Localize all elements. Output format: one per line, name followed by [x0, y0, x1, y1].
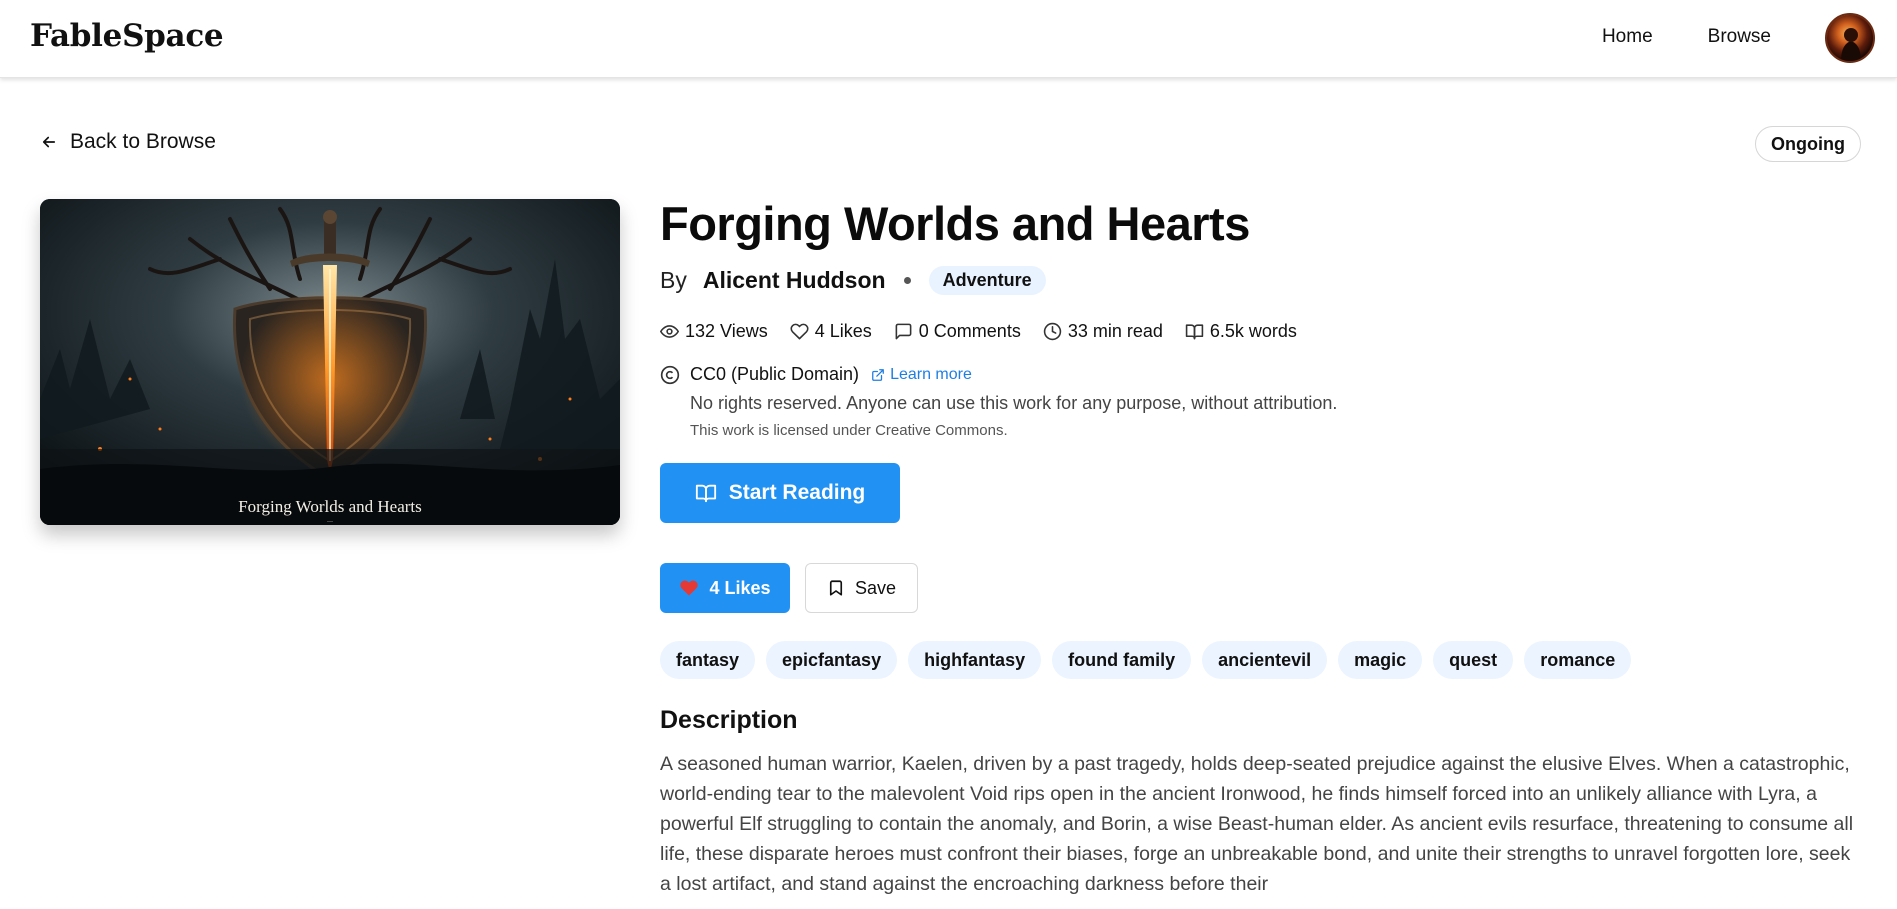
copyright-icon: [660, 365, 680, 385]
separator-dot: [903, 277, 911, 284]
likes-text: 4 Likes: [814, 321, 872, 341]
eye-icon: [660, 325, 679, 338]
story-stats: 132 Views 4 Likes 0 Comments 33 min read…: [660, 321, 1860, 342]
license-name: CC0 (Public Domain): [690, 364, 860, 384]
learn-more-link[interactable]: Learn more: [871, 366, 972, 384]
heart-outline-icon: [790, 323, 809, 340]
back-label: Back to Browse: [70, 130, 216, 153]
tag-highfantasy[interactable]: highfantasy: [908, 641, 1042, 679]
tag-ancientevil[interactable]: ancientevil: [1202, 641, 1328, 679]
license-line: CC0 (Public Domain) Learn more: [690, 364, 1860, 385]
tag-romance[interactable]: romance: [1524, 641, 1632, 679]
save-button[interactable]: Save: [805, 563, 918, 613]
book-open-icon: [695, 484, 716, 503]
story-cover-image: Forging Worlds and Hearts ...: [40, 199, 620, 525]
byline: By Alicent Huddson Adventure: [660, 266, 1860, 295]
story-details: Forging Worlds and Hearts By Alicent Hud…: [660, 196, 1860, 899]
license-note: This work is licensed under Creative Com…: [690, 422, 1008, 439]
read-time-stat: 33 min read: [1043, 321, 1163, 342]
tag-quest[interactable]: quest: [1433, 641, 1514, 679]
arrow-left-icon: [42, 136, 56, 148]
tag-list: fantasy epicfantasy highfantasy found fa…: [660, 641, 1860, 679]
read-time-text: 33 min read: [1067, 321, 1163, 341]
app-logo[interactable]: FableSpace: [30, 18, 224, 54]
words-text: 6.5k words: [1209, 321, 1297, 341]
tag-found-family[interactable]: found family: [1052, 641, 1192, 679]
comments-text: 0 Comments: [918, 321, 1021, 341]
bookmark-icon: [829, 580, 843, 596]
comments-stat: 0 Comments: [894, 321, 1021, 342]
clock-icon: [1043, 322, 1062, 341]
comment-icon: [895, 323, 912, 340]
cover-subtitle-text: ...: [327, 515, 333, 524]
learn-more-text: Learn more: [890, 365, 972, 383]
book-open-icon: [1185, 324, 1204, 340]
user-avatar[interactable]: [1825, 13, 1875, 63]
external-link-icon: [872, 368, 884, 381]
status-badge: Ongoing: [1755, 126, 1861, 162]
nav-home-link[interactable]: Home: [1602, 26, 1653, 48]
cover-title-text: Forging Worlds and Hearts: [238, 497, 422, 516]
views-stat: 132 Views: [660, 321, 768, 342]
description-text: A seasoned human warrior, Kaelen, driven…: [660, 753, 1854, 895]
heart-filled-icon: [680, 580, 699, 596]
license-description: No rights reserved. Anyone can use this …: [690, 393, 1338, 413]
start-reading-button[interactable]: Start Reading: [660, 463, 900, 523]
story-title: Forging Worlds and Hearts: [660, 197, 1250, 250]
tag-fantasy[interactable]: fantasy: [660, 641, 756, 679]
likes-stat: 4 Likes: [790, 321, 872, 342]
top-header: FableSpace Home Browse: [0, 0, 1897, 78]
words-stat: 6.5k words: [1185, 321, 1297, 342]
tag-epicfantasy[interactable]: epicfantasy: [766, 641, 898, 679]
nav-browse-link[interactable]: Browse: [1708, 26, 1771, 48]
like-button[interactable]: 4 Likes: [660, 563, 790, 613]
back-to-browse-link[interactable]: Back to Browse: [40, 130, 216, 154]
tag-magic[interactable]: magic: [1338, 641, 1423, 679]
top-nav: Home Browse: [1602, 26, 1771, 48]
by-label: By: [660, 267, 687, 293]
start-reading-label: Start Reading: [728, 481, 866, 504]
like-button-label: 4 Likes: [709, 577, 771, 598]
description-heading: Description: [660, 706, 798, 734]
save-button-label: Save: [854, 577, 897, 598]
license-block: CC0 (Public Domain) Learn more No rights…: [660, 364, 1860, 439]
author-link[interactable]: Alicent Huddson: [703, 267, 886, 294]
views-text: 132 Views: [685, 321, 768, 341]
action-buttons: 4 Likes Save: [660, 563, 1860, 613]
genre-badge[interactable]: Adventure: [928, 266, 1046, 295]
